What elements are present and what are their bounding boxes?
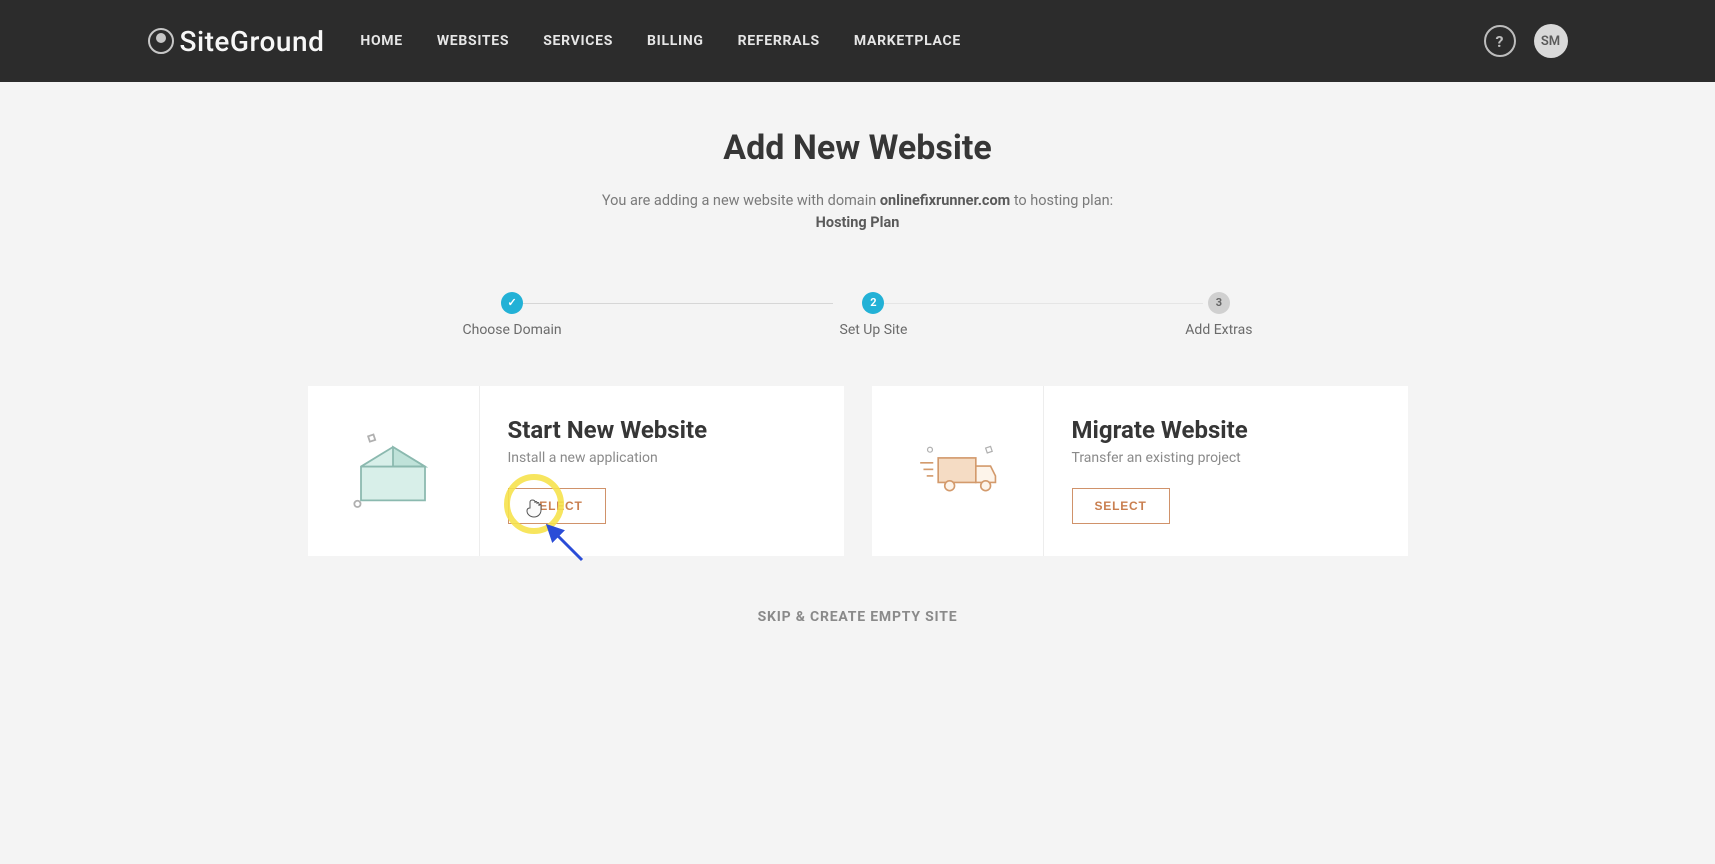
subtitle-mid: to hosting plan: [1010, 192, 1113, 209]
step-3-mark: 3 [1216, 296, 1222, 309]
subtitle-domain: onlinefixrunner.com [880, 192, 1010, 209]
step-line-1 [523, 303, 833, 304]
step-1-mark: ✓ [507, 296, 516, 309]
help-symbol: ? [1496, 32, 1504, 51]
step-3-circle: 3 [1208, 292, 1230, 314]
migrate-website-select-button[interactable]: SELECT [1072, 488, 1170, 524]
step-1-label: Choose Domain [463, 322, 562, 338]
brand-logo-mark [148, 28, 174, 54]
step-line-2 [883, 303, 1203, 304]
help-icon[interactable]: ? [1484, 25, 1516, 57]
card-migrate-icon-area [872, 386, 1044, 556]
card-migrate-desc: Transfer an existing project [1072, 450, 1380, 466]
nav-billing[interactable]: BILLING [647, 33, 704, 49]
subtitle-plan: Hosting Plan [816, 214, 900, 231]
user-avatar[interactable]: SM [1534, 24, 1568, 58]
card-migrate-title: Migrate Website [1072, 416, 1380, 444]
main-nav: HOME WEBSITES SERVICES BILLING REFERRALS… [360, 33, 961, 49]
nav-referrals[interactable]: REFERRALS [738, 33, 820, 49]
step-set-up-site: 2 Set Up Site [840, 292, 908, 338]
top-nav-bar: SiteGround HOME WEBSITES SERVICES BILLIN… [0, 0, 1715, 82]
brand-name: SiteGround [180, 25, 325, 58]
step-2-circle: 2 [862, 292, 884, 314]
subtitle-prefix: You are adding a new website with domain [602, 192, 880, 209]
step-2-label: Set Up Site [840, 322, 908, 338]
step-choose-domain: ✓ Choose Domain [463, 292, 562, 338]
nav-marketplace[interactable]: MARKETPLACE [854, 33, 961, 49]
skip-create-empty-site-link[interactable]: SKIP & CREATE EMPTY SITE [758, 609, 958, 625]
card-start-new-website: Start New Website Install a new applicat… [308, 386, 844, 556]
nav-home[interactable]: HOME [360, 33, 402, 49]
option-cards: Start New Website Install a new applicat… [308, 386, 1408, 556]
progress-stepper: ✓ Choose Domain 2 Set Up Site 3 Add Extr… [463, 292, 1253, 338]
avatar-initials: SM [1541, 34, 1560, 49]
brand-logo[interactable]: SiteGround [148, 25, 325, 58]
page-title: Add New Website [308, 128, 1408, 168]
card-start-desc: Install a new application [508, 450, 816, 466]
house-icon [348, 431, 438, 511]
step-1-circle: ✓ [501, 292, 523, 314]
step-2-mark: 2 [870, 296, 876, 309]
start-new-website-select-button[interactable]: SELECT [508, 488, 606, 524]
page-subtitle: You are adding a new website with domain… [308, 190, 1408, 234]
card-start-icon-area [308, 386, 480, 556]
card-migrate-website: Migrate Website Transfer an existing pro… [872, 386, 1408, 556]
step-add-extras: 3 Add Extras [1185, 292, 1252, 338]
main-content: Add New Website You are adding a new web… [308, 82, 1408, 625]
nav-websites[interactable]: WEBSITES [437, 33, 509, 49]
step-3-label: Add Extras [1185, 322, 1252, 338]
card-start-title: Start New Website [508, 416, 816, 444]
truck-icon [912, 431, 1002, 511]
nav-services[interactable]: SERVICES [543, 33, 613, 49]
